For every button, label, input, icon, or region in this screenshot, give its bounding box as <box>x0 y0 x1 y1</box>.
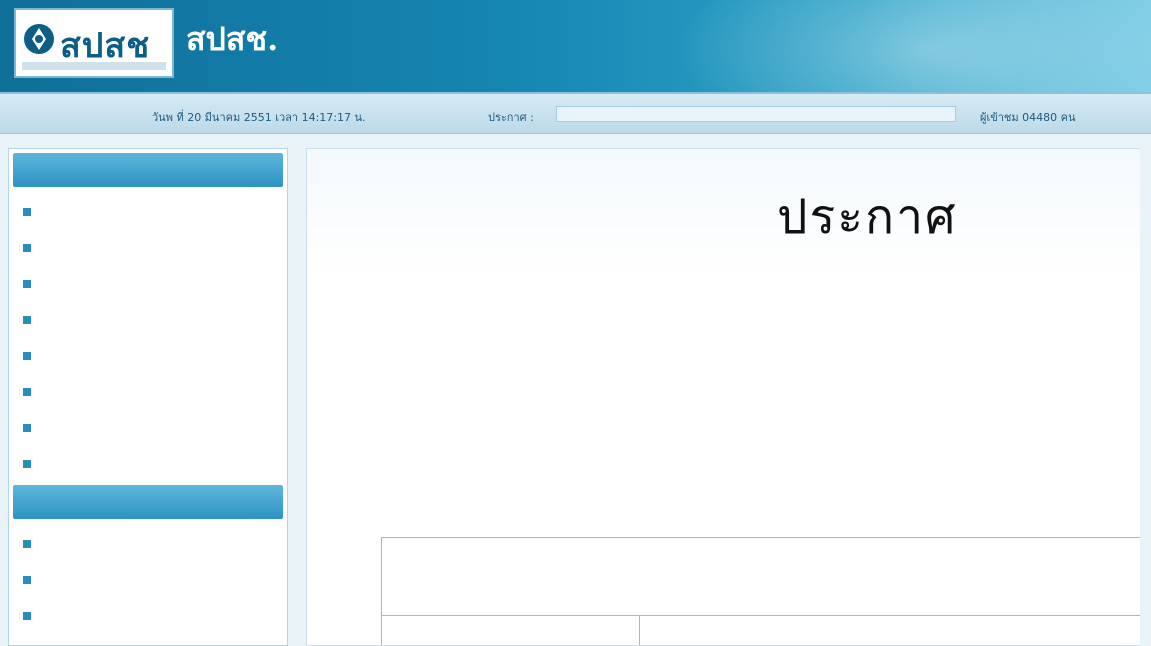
content-top-shade <box>307 149 1141 279</box>
sidebar-item[interactable] <box>9 409 287 445</box>
bullet-icon <box>23 243 31 252</box>
sidebar-item[interactable] <box>9 445 287 481</box>
header-decoration <box>671 0 1151 92</box>
current-date: วันพ ที่ 20 มีนาคม 2551 เวลา 14:17:17 น. <box>152 111 366 124</box>
info-table <box>381 537 1141 645</box>
org-name: สปสช. <box>186 20 279 58</box>
sidebar-item[interactable] <box>9 525 287 561</box>
sidebar-item[interactable] <box>9 229 287 265</box>
bullet-icon <box>23 459 31 468</box>
bullet-icon <box>23 575 31 584</box>
bullet-icon <box>23 351 31 360</box>
sidebar-item[interactable] <box>9 301 287 337</box>
info-bar: วันพ ที่ 20 มีนาคม 2551 เวลา 14:17:17 น.… <box>0 92 1151 134</box>
sidebar-item[interactable] <box>9 373 287 409</box>
bullet-icon <box>23 423 31 432</box>
bullet-icon <box>23 207 31 216</box>
sidebar <box>8 148 288 646</box>
page-edge <box>1140 148 1151 646</box>
bullet-icon <box>23 279 31 288</box>
logo-strip <box>22 62 166 70</box>
main-content: ประกาศ <box>306 148 1142 646</box>
bullet-icon <box>23 387 31 396</box>
sidebar-item[interactable] <box>9 193 287 229</box>
bullet-icon <box>23 611 31 620</box>
table-header-cell <box>382 616 640 645</box>
table-caption <box>382 538 1141 616</box>
announce-label: ประกาศ : <box>488 111 534 124</box>
bullet-icon <box>23 539 31 548</box>
logo-emblem-icon <box>24 24 54 54</box>
sidebar-item[interactable] <box>9 337 287 373</box>
site-header: สปสช สปสช. <box>0 0 1151 92</box>
page-title: ประกาศ <box>777 189 958 245</box>
sidebar-item[interactable] <box>9 265 287 301</box>
sidebar-item[interactable] <box>9 597 287 633</box>
bullet-icon <box>23 315 31 324</box>
sidebar-section-header <box>13 485 283 519</box>
visitor-count: ผู้เข้าชม 04480 คน <box>980 111 1076 124</box>
sidebar-item[interactable] <box>9 633 287 646</box>
announce-marquee[interactable] <box>556 106 956 122</box>
site-logo[interactable]: สปสช <box>14 8 174 78</box>
sidebar-item[interactable] <box>9 561 287 597</box>
sidebar-section-header <box>13 153 283 187</box>
